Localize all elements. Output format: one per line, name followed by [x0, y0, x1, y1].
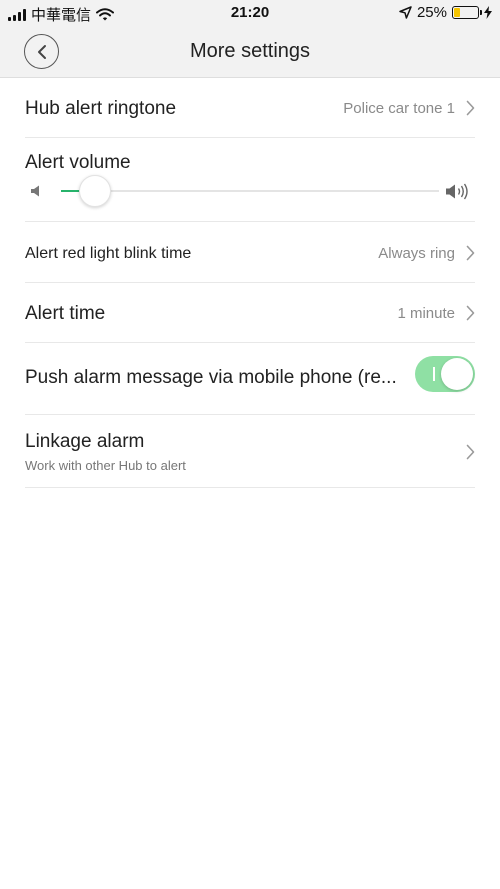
page-title: More settings [189, 40, 311, 62]
ringtone-label: Hub alert ringtone [25, 98, 177, 119]
toggle-on-mark [433, 367, 435, 381]
blink-time-value: Always ring [378, 245, 455, 262]
blink-time-label: Alert red light blink time [25, 245, 192, 262]
toggle-knob [441, 358, 473, 390]
ringtone-value: Police car tone 1 [343, 100, 455, 117]
speaker-loud-icon [446, 183, 468, 200]
battery-percent: 25% [416, 4, 447, 21]
linkage-alarm-sublabel: Work with other Hub to alert [25, 458, 186, 473]
push-alarm-label: Push alarm message via mobile phone (re.… [25, 367, 397, 388]
chevron-right-icon [466, 305, 475, 321]
ringtone-row[interactable]: Hub alert ringtone Police car tone 1 [25, 78, 475, 138]
alert-time-value: 1 minute [397, 305, 455, 322]
chevron-right-icon [466, 100, 475, 116]
status-right: 25% [399, 4, 492, 21]
chevron-right-icon [466, 444, 475, 460]
nav-bar: More settings [0, 26, 500, 78]
battery-fill [454, 8, 460, 17]
volume-row: Alert volume [25, 138, 475, 222]
charging-bolt-icon [484, 6, 492, 19]
status-bar: 中華電信 21:20 25% [0, 0, 500, 26]
volume-label: Alert volume [25, 152, 131, 173]
push-alarm-toggle[interactable] [415, 356, 475, 392]
push-alarm-row: Push alarm message via mobile phone (re.… [25, 343, 475, 415]
blink-time-row[interactable]: Alert red light blink time Always ring [25, 222, 475, 283]
volume-slider-track[interactable] [61, 190, 439, 192]
linkage-alarm-label: Linkage alarm [25, 431, 145, 452]
volume-slider-thumb[interactable] [79, 175, 112, 207]
battery-icon [452, 6, 482, 19]
speaker-mute-icon [31, 185, 39, 197]
alert-time-label: Alert time [25, 303, 106, 324]
location-arrow-icon [399, 6, 412, 19]
linkage-alarm-row[interactable]: Linkage alarm Work with other Hub to ale… [25, 415, 475, 488]
alert-time-row[interactable]: Alert time 1 minute [25, 283, 475, 343]
chevron-right-icon [466, 245, 475, 261]
